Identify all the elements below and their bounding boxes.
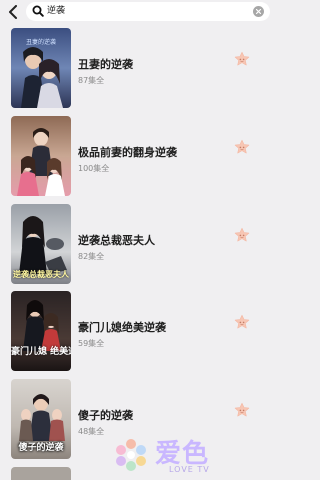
star-icon[interactable] xyxy=(234,51,250,67)
episode-count: 59集全 xyxy=(78,339,105,348)
poster-image[interactable] xyxy=(11,116,71,196)
poster-caption: 逆袭总裁恶夫人 xyxy=(13,270,69,279)
star-icon[interactable] xyxy=(234,314,250,330)
star-icon[interactable] xyxy=(234,402,250,418)
list-item[interactable]: 逆袭总裁恶夫人 逆袭总裁恶夫人 82集全 xyxy=(0,204,273,288)
search-icon xyxy=(32,5,44,17)
list-item[interactable]: 丑妻的逆袭 丑妻的逆袭 87集全 xyxy=(0,28,273,112)
list-item[interactable]: 豪门儿媳 绝美逆袭 豪门儿媳绝美逆袭 59集全 xyxy=(0,291,273,375)
close-icon xyxy=(255,8,262,15)
poster-caption: 豪门儿媳 绝美逆袭 xyxy=(11,347,71,357)
poster-art xyxy=(11,116,71,196)
clear-search-button[interactable] xyxy=(253,6,264,17)
poster-image[interactable] xyxy=(11,467,71,480)
flower-logo-icon xyxy=(116,439,146,471)
app-screen: 逆袭 丑妻的逆袭 丑妻的逆袭 87集全 极品前妻的翻身逆袭 100集全 逆袭总裁… xyxy=(0,0,273,480)
top-bar: 逆袭 xyxy=(0,0,273,26)
item-title: 豪门儿媳绝美逆袭 xyxy=(78,321,166,334)
svg-text:丑妻的逆袭: 丑妻的逆袭 xyxy=(26,38,56,46)
item-title: 极品前妻的翻身逆袭 xyxy=(78,146,177,159)
poster-caption: 傻子的逆袭 xyxy=(18,443,64,453)
poster-image[interactable]: 豪门儿媳 绝美逆袭 xyxy=(11,291,71,371)
poster-art xyxy=(11,291,71,371)
star-icon[interactable] xyxy=(234,227,250,243)
search-query: 逆袭 xyxy=(47,6,66,16)
chevron-left-icon xyxy=(9,5,17,19)
back-button[interactable] xyxy=(4,2,22,22)
star-icon[interactable] xyxy=(234,139,250,155)
episode-count: 100集全 xyxy=(78,164,110,173)
search-input[interactable]: 逆袭 xyxy=(26,2,270,21)
watermark-logo: 爱色 LOVE TV xyxy=(111,433,236,477)
poster-image[interactable]: 逆袭总裁恶夫人 xyxy=(11,204,71,284)
item-title: 傻子的逆袭 xyxy=(78,409,133,422)
episode-count: 87集全 xyxy=(78,76,105,85)
list-item[interactable]: 极品前妻的翻身逆袭 100集全 xyxy=(0,116,273,200)
item-title: 丑妻的逆袭 xyxy=(78,58,133,71)
poster-art: 丑妻的逆袭 xyxy=(11,28,71,108)
watermark-subtitle: LOVE TV xyxy=(169,465,210,474)
episode-count: 82集全 xyxy=(78,252,105,261)
poster-image[interactable]: 傻子的逆袭 xyxy=(11,379,71,459)
poster-image[interactable]: 丑妻的逆袭 xyxy=(11,28,71,108)
episode-count: 48集全 xyxy=(78,427,105,436)
item-title: 逆袭总裁恶夫人 xyxy=(78,234,155,247)
